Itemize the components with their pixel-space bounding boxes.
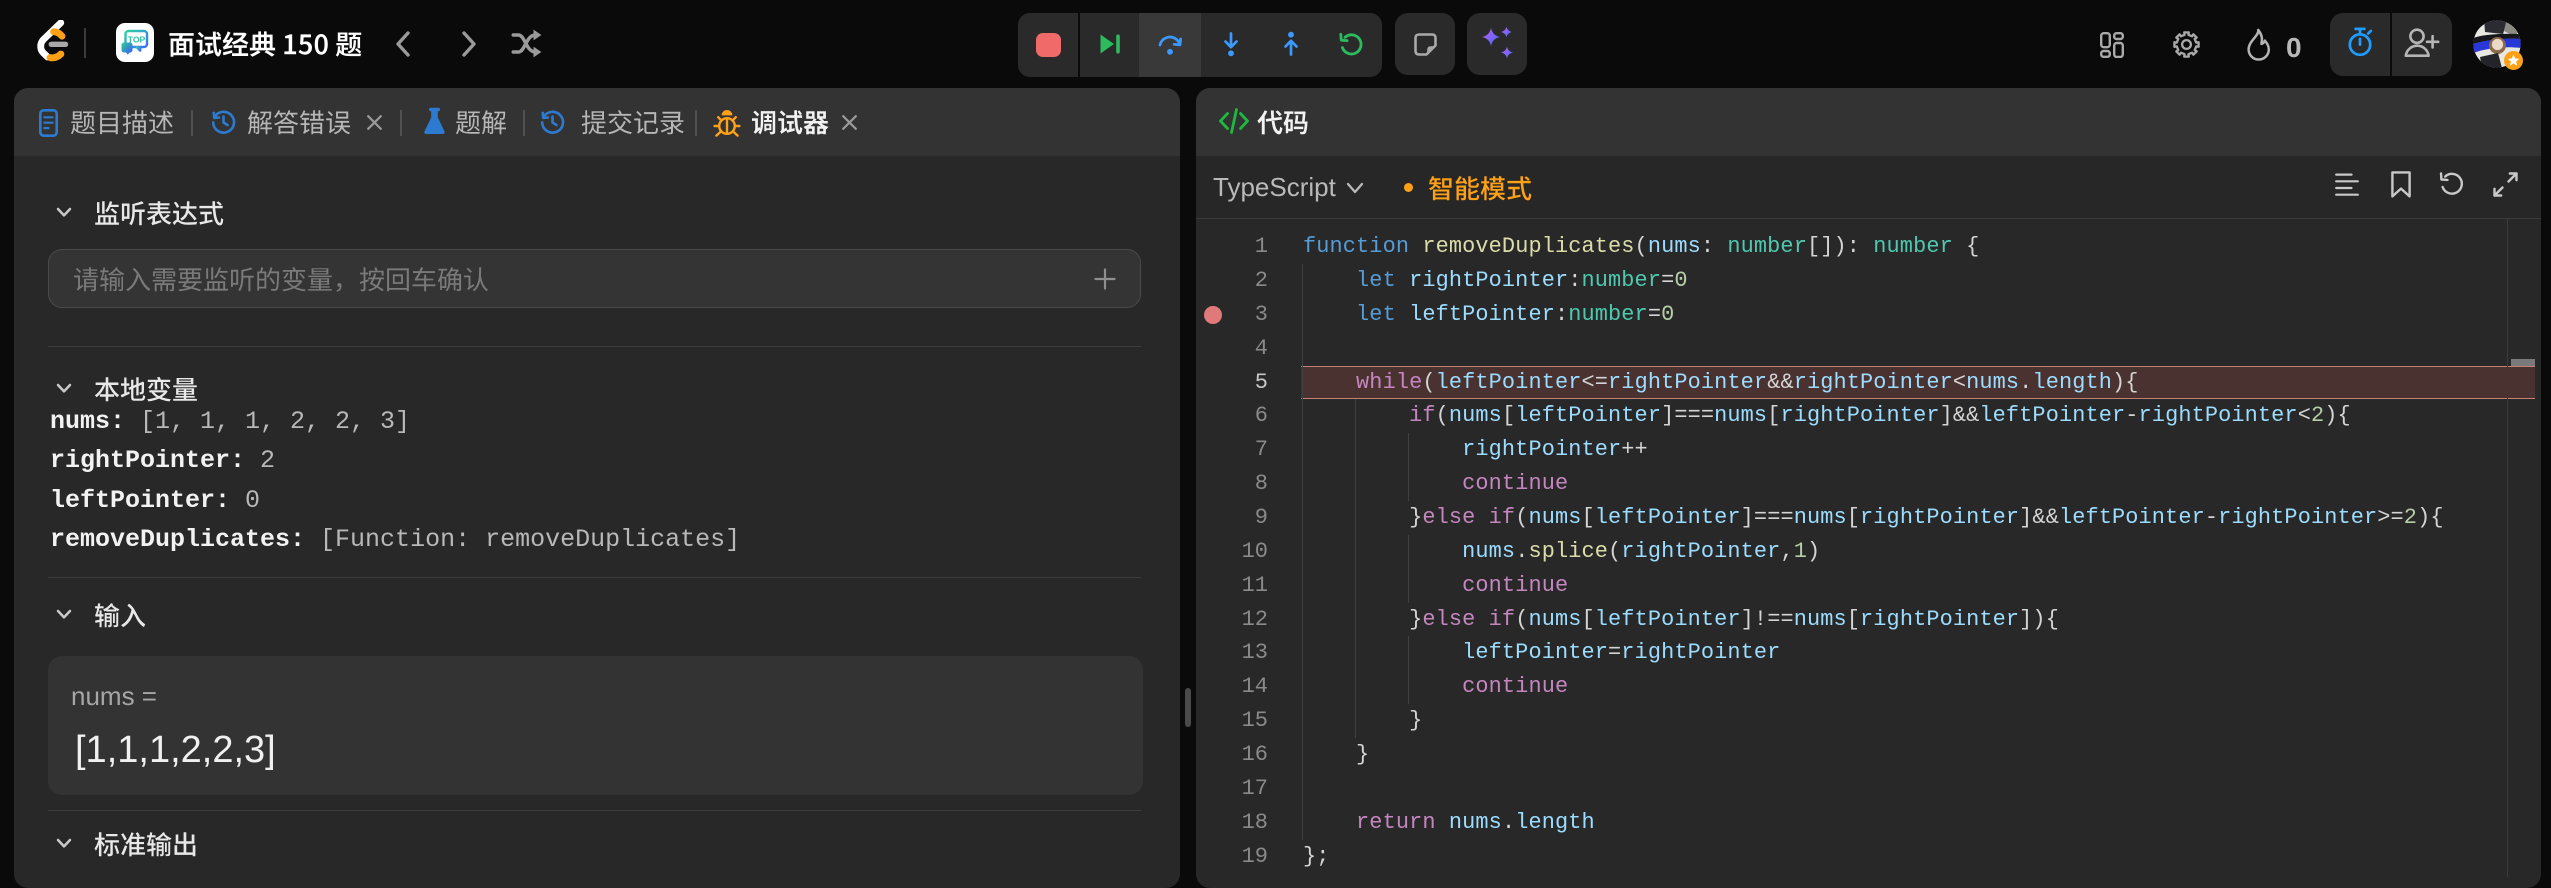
- svg-text:TOP: TOP: [128, 35, 146, 45]
